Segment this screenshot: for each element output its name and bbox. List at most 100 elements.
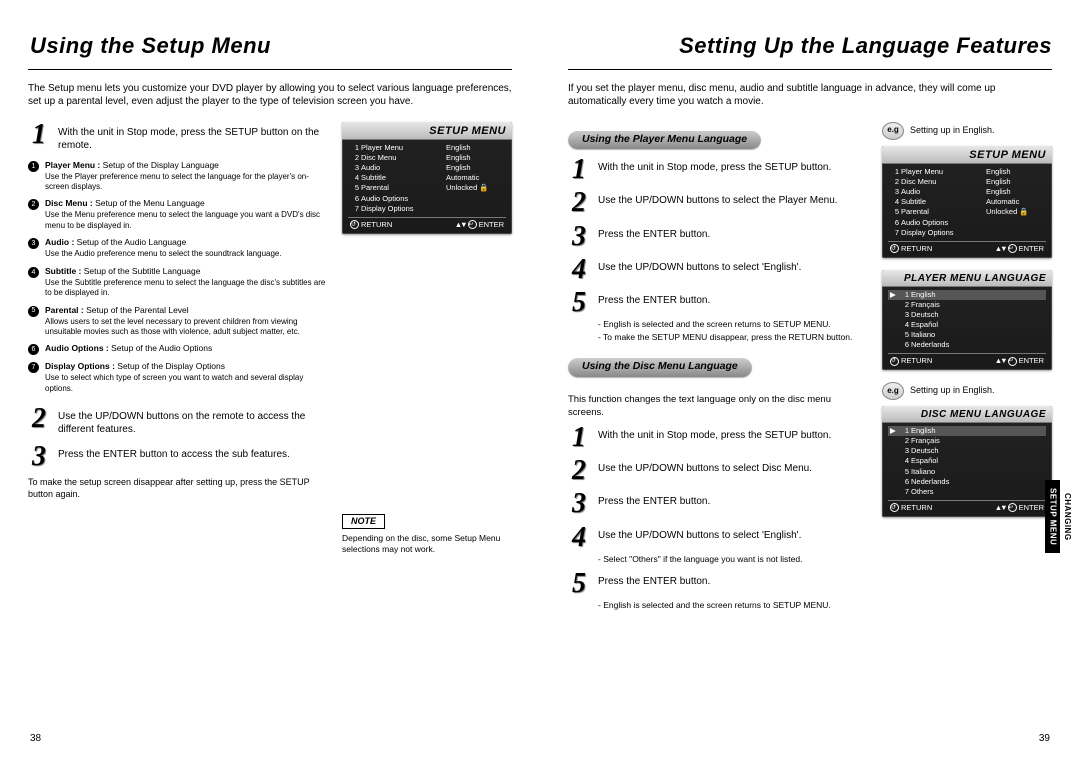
sub-note: - English is selected and the screen ret… bbox=[598, 319, 866, 330]
side-tab: CHANGING SETUP MENU bbox=[1045, 480, 1074, 553]
osd-row-value: Automatic bbox=[986, 197, 1044, 207]
step-text: Press the ENTER button. bbox=[598, 290, 710, 315]
osd-row-value: English bbox=[986, 167, 1044, 177]
osd-footer: ↺RETURN ▲▼ ↵ENTER bbox=[888, 353, 1046, 366]
osd-row-number: 2 bbox=[890, 177, 899, 187]
step-number: 2 bbox=[568, 458, 590, 483]
osd-row-label: Italiano bbox=[911, 467, 1044, 477]
definition-item: 2 Disc Menu : Setup of the Menu Language U… bbox=[28, 198, 326, 231]
osd-title: SETUP MENU bbox=[342, 122, 512, 140]
step: 4Use the UP/DOWN buttons to select 'Engl… bbox=[568, 257, 866, 282]
step: 3Press the ENTER button. bbox=[568, 224, 866, 249]
definition-item: 4Subtitle : Setup of the Subtitle Langua… bbox=[28, 266, 326, 299]
step-text: Press the ENTER button to access the sub… bbox=[58, 444, 290, 469]
osd-row-value bbox=[986, 218, 1044, 228]
osd-row-label: Italiano bbox=[911, 330, 1044, 340]
definition-item: 1Player Menu : Setup of the Display Lang… bbox=[28, 160, 326, 193]
definition-title: Disc Menu : bbox=[45, 198, 93, 208]
osd-row-label: Others bbox=[911, 487, 1044, 497]
page-title: Setting Up the Language Features bbox=[568, 30, 1052, 69]
osd-row-number: 2 bbox=[900, 436, 909, 446]
osd-row-label: English bbox=[911, 290, 1044, 300]
selection-arrow-icon bbox=[890, 330, 898, 340]
osd-row: 4SubtitleAutomatic bbox=[888, 197, 1046, 207]
selection-arrow-icon bbox=[890, 436, 898, 446]
osd-row-number: 5 bbox=[350, 183, 359, 193]
bullet-number-icon: 6 bbox=[28, 344, 39, 355]
osd-row: 4SubtitleAutomatic bbox=[348, 173, 506, 183]
osd-row-number: 6 bbox=[890, 218, 899, 228]
step: 1 With the unit in Stop mode, press the … bbox=[28, 122, 326, 152]
bullet-number-icon: 7 bbox=[28, 362, 39, 373]
note-label: NOTE bbox=[342, 514, 385, 530]
title-rule bbox=[28, 69, 512, 70]
side-tab-setup: SETUP MENU bbox=[1045, 480, 1059, 553]
osd-row-number: 5 bbox=[900, 330, 909, 340]
osd-row-value: Automatic bbox=[446, 173, 504, 183]
sub-note: - To make the SETUP MENU disappear, pres… bbox=[598, 332, 866, 343]
step-text: With the unit in Stop mode, press the SE… bbox=[58, 122, 326, 152]
definition-tail: Setup of the Parental Level bbox=[86, 305, 189, 315]
definition-sub: Use to select which type of screen you w… bbox=[45, 373, 326, 394]
osd-footer: ↺RETURN ▲▼ ↵ENTER bbox=[888, 241, 1046, 254]
osd-row: 3Deutsch bbox=[888, 446, 1046, 456]
definition-sub: Use the Audio preference menu to select … bbox=[45, 249, 326, 259]
osd-row: 3AudioEnglish bbox=[888, 187, 1046, 197]
step: 4Use the UP/DOWN buttons to select 'Engl… bbox=[568, 525, 866, 550]
osd-row: 6Audio Options bbox=[888, 218, 1046, 228]
osd-row: 3Deutsch bbox=[888, 310, 1046, 320]
step-number: 1 bbox=[28, 122, 50, 152]
definition-item: 6 Audio Options : Setup of the Audio Opti… bbox=[28, 343, 326, 355]
selection-arrow-icon bbox=[890, 487, 898, 497]
osd-row: 6Nederlands bbox=[888, 477, 1046, 487]
osd-row-number: 3 bbox=[900, 446, 909, 456]
definition-tail: Setup of the Display Language bbox=[103, 160, 219, 170]
step-number: 1 bbox=[568, 425, 590, 450]
definition-title: Subtitle : bbox=[45, 266, 81, 276]
definition-tail: Setup of the Audio Options bbox=[111, 343, 212, 353]
step-number: 3 bbox=[568, 224, 590, 249]
osd-enter-label: ENTER bbox=[479, 220, 504, 230]
title-rule bbox=[568, 69, 1052, 70]
osd-enter-label: ENTER bbox=[1019, 503, 1044, 513]
intro-text: If you set the player menu, disc menu, a… bbox=[568, 82, 1052, 108]
osd-row: 4Español bbox=[888, 320, 1046, 330]
osd-row: 6Nederlands bbox=[888, 340, 1046, 350]
example-row: e.g Setting up in English. bbox=[882, 382, 1052, 400]
selection-arrow-icon: ▶ bbox=[890, 426, 898, 436]
osd-row-number: 4 bbox=[900, 320, 909, 330]
definition-tail: Setup of the Menu Language bbox=[95, 198, 205, 208]
bullet-number-icon: 4 bbox=[28, 267, 39, 278]
osd-row-label: Audio bbox=[901, 187, 984, 197]
osd-row-value: English bbox=[446, 163, 504, 173]
definition-sub: Use the Menu preference menu to select t… bbox=[45, 210, 326, 231]
osd-row: ▶1English bbox=[888, 426, 1046, 436]
osd-row-value bbox=[986, 228, 1044, 238]
selection-arrow-icon bbox=[890, 300, 898, 310]
osd-row-label: Disc Menu bbox=[901, 177, 984, 187]
osd-row-label: Subtitle bbox=[361, 173, 444, 183]
enter-icon: ↵ bbox=[1008, 503, 1017, 512]
step-text: Use the UP/DOWN buttons on the remote to… bbox=[58, 406, 326, 436]
selection-arrow-icon bbox=[890, 446, 898, 456]
osd-row-label: Disc Menu bbox=[361, 153, 444, 163]
step-text: Use the UP/DOWN buttons to select the Pl… bbox=[598, 190, 838, 215]
definition-title: Audio Options : bbox=[45, 343, 109, 353]
bullet-number-icon: 1 bbox=[28, 161, 39, 172]
definition-tail: Setup of the Audio Language bbox=[77, 237, 187, 247]
updown-icon: ▲▼ bbox=[995, 244, 1006, 254]
bullet-number-icon: 2 bbox=[28, 199, 39, 210]
osd-row: 5ParentalUnlocked 🔒 bbox=[888, 207, 1046, 217]
osd-setup-menu: SETUP MENU 1Player MenuEnglish2Disc Menu… bbox=[882, 146, 1052, 258]
osd-row-value: English bbox=[986, 177, 1044, 187]
osd-row-label: Deutsch bbox=[911, 446, 1044, 456]
osd-row: 2Français bbox=[888, 436, 1046, 446]
osd-row-label: Nederlands bbox=[911, 477, 1044, 487]
osd-row-number: 5 bbox=[900, 467, 909, 477]
selection-arrow-icon bbox=[890, 477, 898, 487]
definition-sub: Use the Player preference menu to select… bbox=[45, 172, 326, 193]
osd-row-number: 1 bbox=[900, 426, 909, 436]
osd-row-label: Player Menu bbox=[361, 143, 444, 153]
osd-row-label: Deutsch bbox=[911, 310, 1044, 320]
osd-row-label: Audio Options bbox=[901, 218, 984, 228]
